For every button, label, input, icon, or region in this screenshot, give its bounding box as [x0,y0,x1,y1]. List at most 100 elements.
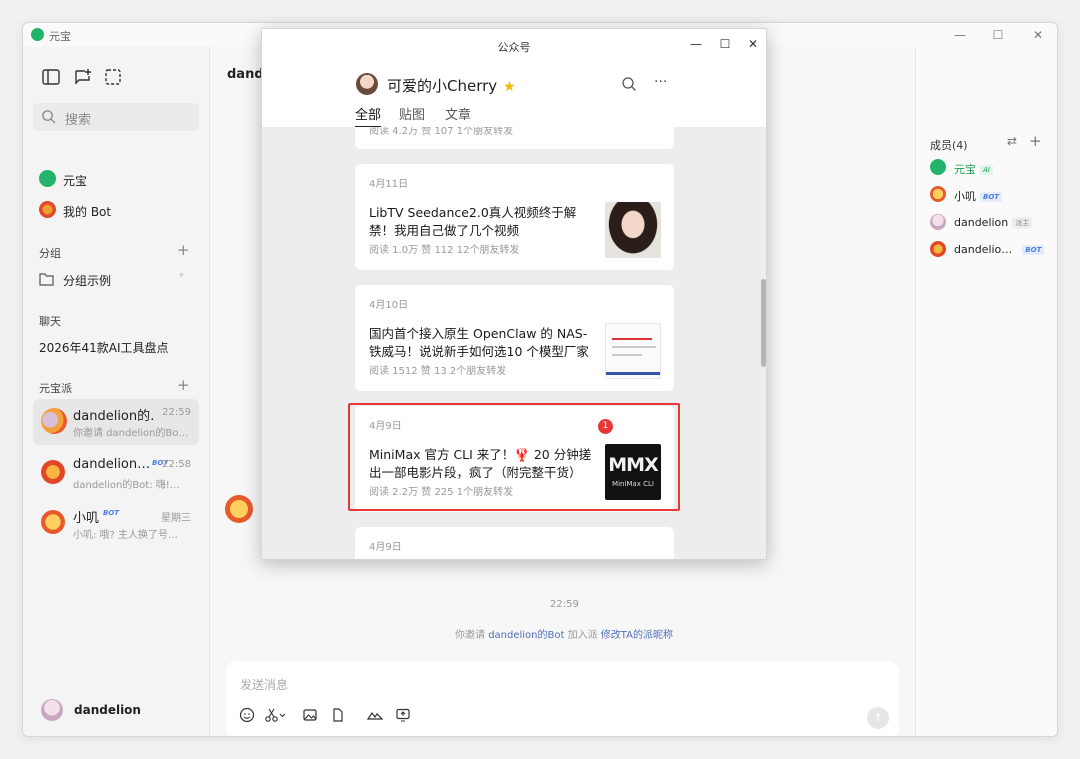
section-yuanbao-pai: 元宝派 [39,382,72,395]
official-account-popup: 公众号 — ☐ ✕ 可爱的小Cherry ★ ··· 全部 贴图 文章 阅读 4.… [261,28,767,560]
article-card[interactable]: 4月10日 国内首个接入原生 OpenClaw 的 NAS-铁威马！说说新手如何… [355,285,674,391]
members-title: 成员(4) [930,139,968,152]
account-name: 可爱的小Cherry [387,77,498,95]
article-card[interactable]: 4月11日 LibTV Seedance2.0真人视频终于解禁！我用自己做了几个… [355,164,674,270]
avatar [41,408,67,434]
new-chat-icon[interactable] [73,67,93,87]
tab-articles[interactable]: 文章 [445,104,471,123]
chat-name: dandelion的… [73,409,153,424]
member-name: 元宝 AI [954,161,993,177]
chat-time: 22:58 [162,459,191,470]
app-title: 元宝 [49,30,71,43]
bot-icon [39,201,56,218]
send-button[interactable]: ↑ [867,707,889,729]
chat-list-item[interactable]: 小叽 BOT 星期三 小叽: 哦? 主人换了号… [33,501,199,547]
member-avatar [930,214,946,230]
chat-list-item[interactable]: dandelion的… 22:59 你邀请 dandelion的Bo… [33,399,199,445]
yuanbao-icon [39,170,56,187]
scissors-icon[interactable] [264,707,288,723]
member-avatar [930,241,946,257]
maximize-icon[interactable]: ☐ [989,26,1007,44]
add-pai-icon[interactable]: + [177,376,190,394]
tab-posts[interactable]: 贴图 [399,104,425,123]
minimize-icon[interactable]: — [951,26,969,44]
avatar [41,460,65,484]
chat-time: 星期三 [161,513,191,524]
close-icon[interactable]: ✕ [1029,26,1047,44]
nav-item-my-bot[interactable]: 我的 Bot [39,201,189,221]
highlight-box [348,403,680,511]
emoji-icon[interactable] [239,707,255,723]
popup-minimize-icon[interactable]: — [688,36,704,52]
article-meta: 阅读 1.0万 赞 112 12个朋友转发 [369,245,520,256]
scrollbar[interactable] [761,279,766,367]
owner-tag: 派主 [1012,217,1033,229]
add-group-icon[interactable]: + [177,241,190,259]
search-input[interactable]: 搜索 [33,103,199,131]
screenshot-icon[interactable] [103,67,123,87]
star-icon[interactable]: ★ [503,79,516,95]
chat-name: dandelion… [73,457,151,472]
chat-list-item[interactable]: dandelion… BOT 22:58 dandelion的Bot: 嗨!… [33,451,199,497]
chat-preview: 小叽: 哦? 主人换了号… [73,530,179,541]
screen-share-icon[interactable] [395,707,411,723]
more-icon[interactable]: ··· [654,74,667,90]
member-avatar [930,159,946,175]
bot-tag: BOT [1022,245,1045,255]
group-label: 分组示例 [63,274,112,288]
bot-badge: BOT [103,509,120,517]
pin-icon[interactable]: ⌖ [179,271,184,281]
article-title: LibTV Seedance2.0真人视频终于解禁！我用自己做了几个视频 [369,205,577,238]
member-item[interactable]: dandelio… BOT [930,241,1055,259]
message-time: 22:59 [550,599,579,610]
member-name: dandelio… BOT [954,243,1045,256]
chat-preview: 你邀请 dandelion的Bo… [73,428,189,439]
popup-maximize-icon[interactable]: ☐ [717,36,733,52]
article-thumbnail [605,323,661,379]
member-item[interactable]: 元宝 AI [930,159,1055,177]
member-name-text: 小叽 [954,190,976,203]
ai-tag: AI [980,165,993,175]
system-prefix: 你邀请 [455,630,485,641]
member-name-text: 元宝 [954,163,976,176]
article-card[interactable]: 阅读 4.2万 赞 107 1个朋友转发 [355,127,674,149]
search-placeholder: 搜索 [65,113,92,128]
nav-label: 我的 Bot [63,205,112,219]
group-item[interactable]: 分组示例 ⌖ [39,271,189,289]
account-name-row: 可爱的小Cherry ★ [387,75,516,96]
tab-all[interactable]: 全部 [355,104,382,128]
article-date: 4月10日 [369,300,409,311]
search-icon [42,110,56,124]
bot-tag: BOT [980,192,1003,202]
edit-nickname-link[interactable]: 修改TA的派昵称 [601,630,673,641]
member-item[interactable]: dandelion 派主 [930,214,1055,232]
invite-link-icon[interactable]: ⇄ [1007,134,1017,148]
search-icon[interactable] [621,76,637,92]
sidebar: 搜索 元宝 我的 Bot 分组 + 分组示例 ⌖ 聊天 2026年41款AI工具… [23,47,210,736]
user-name: dandelion [74,703,141,717]
chat-time: 22:59 [162,407,191,418]
article-title: 国内首个接入原生 OpenClaw 的 NAS-铁威马！说说新手如何选10 个模… [369,326,589,359]
chat-item[interactable]: 2026年41款AI工具盘点 [39,339,169,356]
add-member-icon[interactable]: + [1029,132,1042,150]
article-card[interactable]: 4月9日 [355,527,674,559]
sidebar-toggle-icon[interactable] [41,67,61,87]
system-message: 你邀请 dandelion的Bot 加入派 修改TA的派昵称 [455,626,673,641]
members-panel: 成员(4) ⇄ + 元宝 AI 小叽 BOT dandelion 派主 dandeli… [915,47,1057,736]
mountain-icon[interactable] [367,707,383,723]
article-feed: 阅读 4.2万 赞 107 1个朋友转发 4月11日 LibTV Seedanc… [262,127,766,559]
account-avatar[interactable] [356,73,378,95]
popup-close-icon[interactable]: ✕ [745,36,761,52]
bot-link[interactable]: dandelion的Bot [488,630,564,641]
image-icon[interactable] [302,707,318,723]
file-icon[interactable] [330,707,346,723]
message-avatar [225,495,253,523]
article-meta: 阅读 4.2万 赞 107 1个朋友转发 [369,127,514,137]
article-date: 4月9日 [369,542,402,553]
nav-label: 元宝 [63,174,88,188]
avatar [41,510,65,534]
message-composer[interactable]: 发送消息 ↑ [226,661,899,736]
article-meta: 阅读 1512 赞 13 2个朋友转发 [369,366,507,377]
member-item[interactable]: 小叽 BOT [930,186,1055,204]
nav-item-yuanbao[interactable]: 元宝 [39,170,189,190]
